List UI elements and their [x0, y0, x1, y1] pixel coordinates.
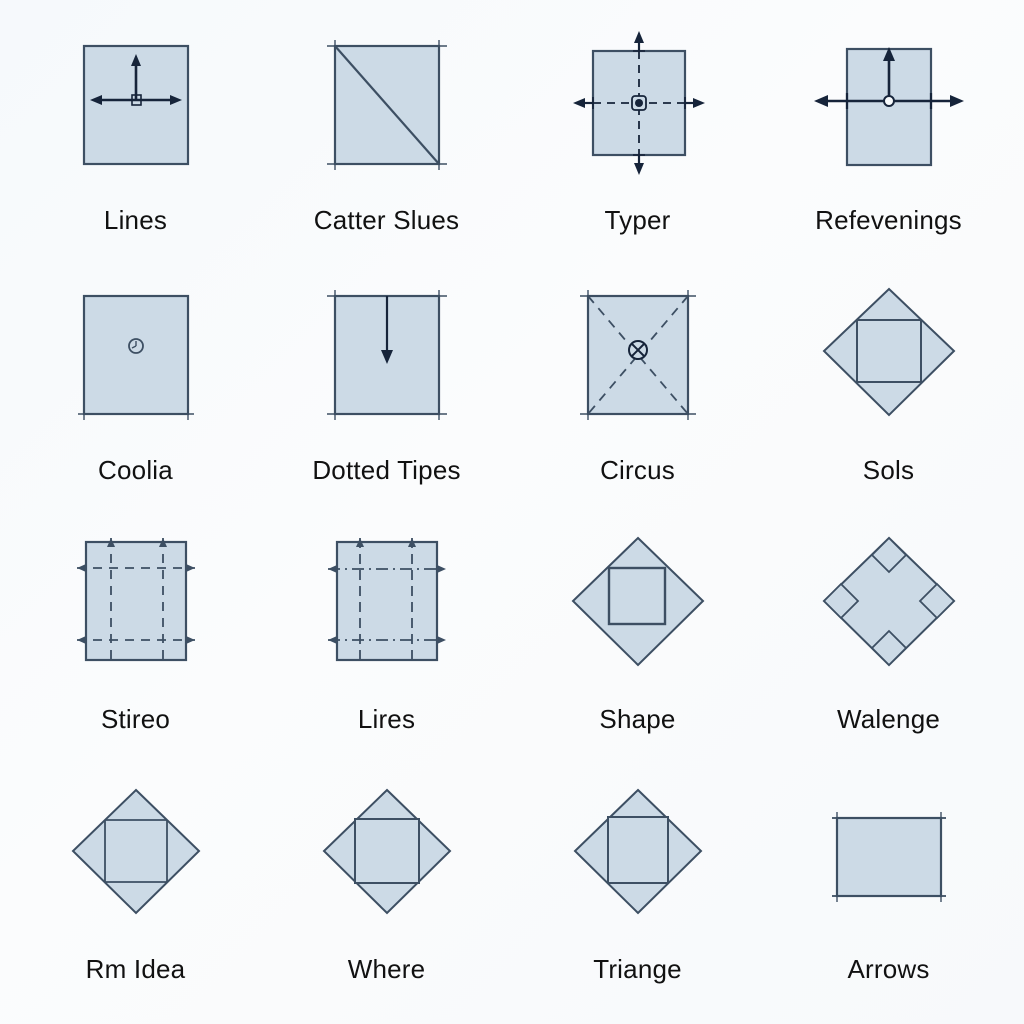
cell-label: Coolia	[98, 454, 173, 485]
grid-cell-arrows[interactable]: Arrows	[763, 767, 1014, 1017]
cell-label: Shape	[599, 704, 676, 734]
grid-cell-stireo[interactable]: Stireo	[10, 517, 261, 767]
figure-coolia	[46, 274, 226, 434]
grid-cell-typer[interactable]: Typer	[512, 18, 763, 268]
grid-cell-catter-slues[interactable]: Catter Slues	[261, 18, 512, 268]
shape-icon-grid-page: Lines Catter Slues Typer Refevenings Coo…	[0, 0, 1024, 1024]
cell-label: Typer	[604, 205, 671, 235]
grid-cell-sols[interactable]: Sols	[763, 268, 1014, 518]
figure-lines	[46, 24, 226, 184]
figure-shape	[548, 523, 728, 683]
cell-label: Catter Slues	[313, 205, 460, 235]
grid-cell-lines[interactable]: Lines	[10, 18, 261, 268]
figure-catter-slues	[297, 24, 477, 184]
grid-cell-circus[interactable]: Circus	[512, 268, 763, 518]
figure-rm-idea	[46, 773, 226, 933]
cell-label: Circus	[600, 454, 675, 485]
figure-circus	[548, 274, 728, 434]
cell-label: Refevenings	[815, 205, 962, 235]
figure-triange	[548, 773, 728, 933]
grid-cell-coolia[interactable]: Coolia	[10, 268, 261, 518]
grid-cell-where[interactable]: Where	[261, 767, 512, 1017]
figure-lires	[297, 523, 477, 683]
grid-cell-dotted-tipes[interactable]: Dotted Tipes	[261, 268, 512, 518]
cell-label: Sols	[862, 454, 915, 485]
cell-label: Lires	[357, 704, 416, 734]
figure-arrows	[799, 773, 979, 933]
figure-refevenings	[799, 24, 979, 184]
cell-label: Lines	[103, 205, 168, 235]
grid-cell-refevenings[interactable]: Refevenings	[763, 18, 1014, 268]
figure-sols	[799, 274, 979, 434]
cell-label: Where	[347, 953, 426, 984]
figure-walenge	[799, 523, 979, 683]
grid-cell-shape[interactable]: Shape	[512, 517, 763, 767]
cell-label: Dotted Tipes	[312, 454, 461, 485]
cell-label: Stireo	[100, 704, 171, 734]
grid-cell-rm-idea[interactable]: Rm Idea	[10, 767, 261, 1017]
cell-label: Arrows	[847, 953, 930, 984]
grid-cell-lires[interactable]: Lires	[261, 517, 512, 767]
figure-stireo	[46, 523, 226, 683]
cell-label: Triange	[593, 953, 682, 984]
cell-label: Rm Idea	[85, 953, 186, 984]
grid-cell-triange[interactable]: Triange	[512, 767, 763, 1017]
figure-typer	[548, 24, 728, 184]
figure-where	[297, 773, 477, 933]
grid-cell-walenge[interactable]: Walenge	[763, 517, 1014, 767]
icon-grid: Lines Catter Slues Typer Refevenings Coo…	[0, 0, 1024, 1024]
figure-dotted-tipes	[297, 274, 477, 434]
cell-label: Walenge	[836, 704, 941, 734]
